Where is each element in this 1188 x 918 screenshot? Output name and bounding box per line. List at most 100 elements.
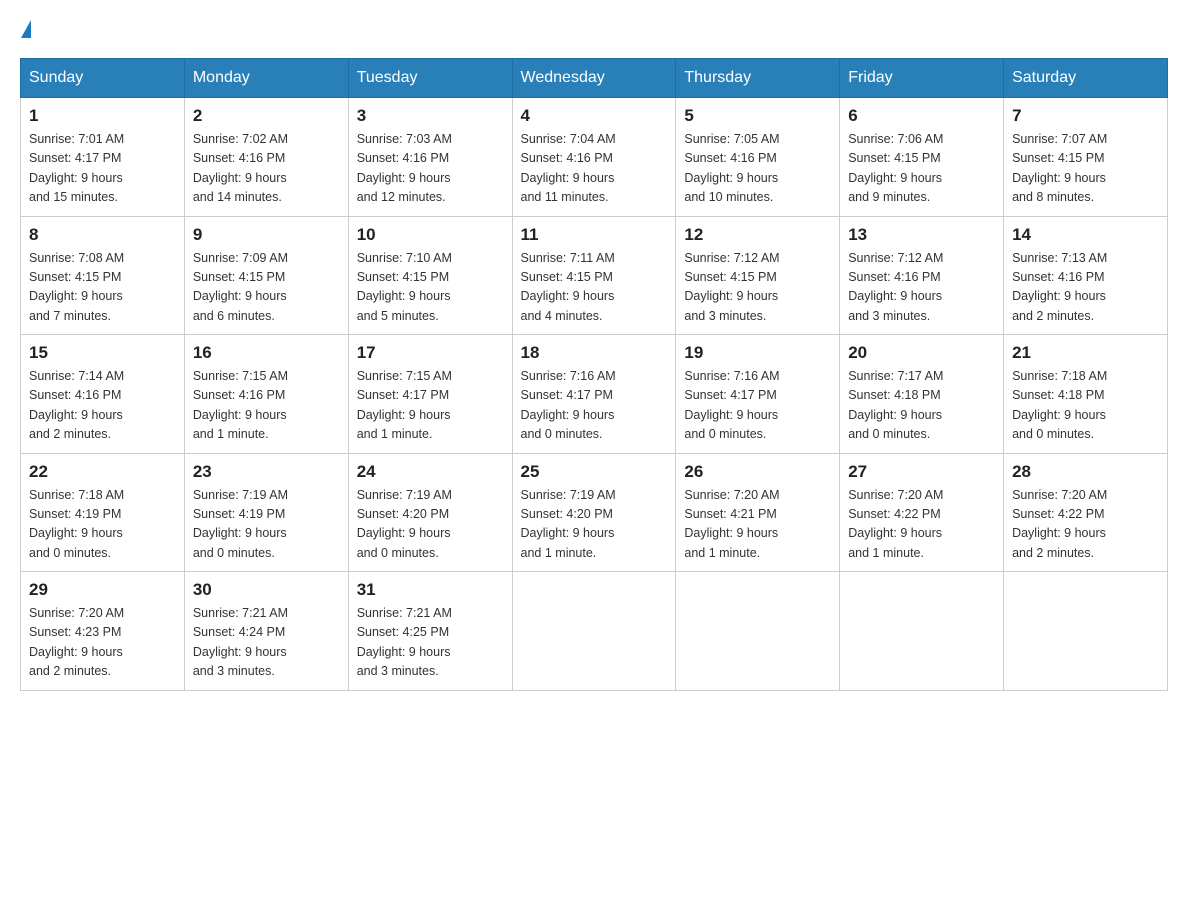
day-number: 13: [848, 225, 995, 245]
day-info: Sunrise: 7:15 AMSunset: 4:16 PMDaylight:…: [193, 367, 340, 445]
day-info: Sunrise: 7:04 AMSunset: 4:16 PMDaylight:…: [521, 130, 668, 208]
day-info: Sunrise: 7:21 AMSunset: 4:25 PMDaylight:…: [357, 604, 504, 682]
calendar-cell: 25Sunrise: 7:19 AMSunset: 4:20 PMDayligh…: [512, 453, 676, 572]
day-number: 27: [848, 462, 995, 482]
calendar-cell: 15 Sunrise: 7:14 AMSunset: 4:16 PMDayligh…: [21, 335, 185, 454]
day-info: Sunrise: 7:14 AMSunset: 4:16 PMDaylight:…: [29, 367, 176, 445]
day-info: Sunrise: 7:20 AMSunset: 4:21 PMDaylight:…: [684, 486, 831, 564]
calendar-cell: 21 Sunrise: 7:18 AMSunset: 4:18 PMDayligh…: [1004, 335, 1168, 454]
day-number: 8: [29, 225, 176, 245]
calendar-cell: 26 Sunrise: 7:20 AMSunset: 4:21 PMDayligh…: [676, 453, 840, 572]
day-number: 7: [1012, 106, 1159, 126]
calendar-cell: 5Sunrise: 7:05 AMSunset: 4:16 PMDaylight…: [676, 98, 840, 217]
day-info: Sunrise: 7:18 AMSunset: 4:18 PMDaylight:…: [1012, 367, 1159, 445]
day-info: Sunrise: 7:20 AMSunset: 4:22 PMDaylight:…: [848, 486, 995, 564]
day-number: 2: [193, 106, 340, 126]
day-info: Sunrise: 7:02 AMSunset: 4:16 PMDaylight:…: [193, 130, 340, 208]
day-number: 20: [848, 343, 995, 363]
calendar-cell: 19Sunrise: 7:16 AMSunset: 4:17 PMDayligh…: [676, 335, 840, 454]
calendar-table: SundayMondayTuesdayWednesdayThursdayFrid…: [20, 58, 1168, 691]
header-sunday: Sunday: [21, 59, 185, 98]
day-info: Sunrise: 7:19 AMSunset: 4:20 PMDaylight:…: [357, 486, 504, 564]
header-tuesday: Tuesday: [348, 59, 512, 98]
header-thursday: Thursday: [676, 59, 840, 98]
logo: [20, 20, 31, 38]
page-header: [20, 20, 1168, 38]
day-number: 6: [848, 106, 995, 126]
day-number: 10: [357, 225, 504, 245]
header-monday: Monday: [184, 59, 348, 98]
calendar-cell: 23Sunrise: 7:19 AMSunset: 4:19 PMDayligh…: [184, 453, 348, 572]
day-info: Sunrise: 7:19 AMSunset: 4:19 PMDaylight:…: [193, 486, 340, 564]
week-row-2: 8 Sunrise: 7:08 AMSunset: 4:15 PMDaylight…: [21, 216, 1168, 335]
week-row-1: 1 Sunrise: 7:01 AMSunset: 4:17 PMDaylight…: [21, 98, 1168, 217]
day-info: Sunrise: 7:10 AMSunset: 4:15 PMDaylight:…: [357, 249, 504, 327]
calendar-cell: 6 Sunrise: 7:06 AMSunset: 4:15 PMDaylight…: [840, 98, 1004, 217]
calendar-cell: [676, 572, 840, 691]
day-number: 14: [1012, 225, 1159, 245]
calendar-cell: 4 Sunrise: 7:04 AMSunset: 4:16 PMDaylight…: [512, 98, 676, 217]
day-number: 16: [193, 343, 340, 363]
day-number: 15: [29, 343, 176, 363]
calendar-cell: 9 Sunrise: 7:09 AMSunset: 4:15 PMDaylight…: [184, 216, 348, 335]
day-number: 9: [193, 225, 340, 245]
day-number: 1: [29, 106, 176, 126]
calendar-cell: [512, 572, 676, 691]
calendar-cell: [840, 572, 1004, 691]
header-wednesday: Wednesday: [512, 59, 676, 98]
day-number: 17: [357, 343, 504, 363]
day-number: 22: [29, 462, 176, 482]
day-number: 29: [29, 580, 176, 600]
calendar-cell: 28 Sunrise: 7:20 AMSunset: 4:22 PMDayligh…: [1004, 453, 1168, 572]
day-number: 30: [193, 580, 340, 600]
day-info: Sunrise: 7:06 AMSunset: 4:15 PMDaylight:…: [848, 130, 995, 208]
day-info: Sunrise: 7:17 AMSunset: 4:18 PMDaylight:…: [848, 367, 995, 445]
calendar-cell: 2 Sunrise: 7:02 AMSunset: 4:16 PMDaylight…: [184, 98, 348, 217]
day-info: Sunrise: 7:20 AMSunset: 4:23 PMDaylight:…: [29, 604, 176, 682]
day-number: 4: [521, 106, 668, 126]
calendar-cell: 24Sunrise: 7:19 AMSunset: 4:20 PMDayligh…: [348, 453, 512, 572]
calendar-cell: [1004, 572, 1168, 691]
header-friday: Friday: [840, 59, 1004, 98]
day-info: Sunrise: 7:21 AMSunset: 4:24 PMDaylight:…: [193, 604, 340, 682]
calendar-header-row: SundayMondayTuesdayWednesdayThursdayFrid…: [21, 59, 1168, 98]
calendar-cell: 27 Sunrise: 7:20 AMSunset: 4:22 PMDayligh…: [840, 453, 1004, 572]
day-info: Sunrise: 7:11 AMSunset: 4:15 PMDaylight:…: [521, 249, 668, 327]
day-info: Sunrise: 7:16 AMSunset: 4:17 PMDaylight:…: [684, 367, 831, 445]
day-info: Sunrise: 7:07 AMSunset: 4:15 PMDaylight:…: [1012, 130, 1159, 208]
header-saturday: Saturday: [1004, 59, 1168, 98]
calendar-cell: 14Sunrise: 7:13 AMSunset: 4:16 PMDayligh…: [1004, 216, 1168, 335]
day-number: 18: [521, 343, 668, 363]
day-number: 12: [684, 225, 831, 245]
day-info: Sunrise: 7:15 AMSunset: 4:17 PMDaylight:…: [357, 367, 504, 445]
day-number: 26: [684, 462, 831, 482]
week-row-4: 22Sunrise: 7:18 AMSunset: 4:19 PMDayligh…: [21, 453, 1168, 572]
calendar-cell: 30 Sunrise: 7:21 AMSunset: 4:24 PMDayligh…: [184, 572, 348, 691]
calendar-cell: 18Sunrise: 7:16 AMSunset: 4:17 PMDayligh…: [512, 335, 676, 454]
day-info: Sunrise: 7:08 AMSunset: 4:15 PMDaylight:…: [29, 249, 176, 327]
day-number: 28: [1012, 462, 1159, 482]
calendar-cell: 20 Sunrise: 7:17 AMSunset: 4:18 PMDayligh…: [840, 335, 1004, 454]
calendar-cell: 11 Sunrise: 7:11 AMSunset: 4:15 PMDayligh…: [512, 216, 676, 335]
logo-triangle-icon: [21, 20, 31, 38]
day-info: Sunrise: 7:19 AMSunset: 4:20 PMDaylight:…: [521, 486, 668, 564]
day-number: 5: [684, 106, 831, 126]
calendar-cell: 29 Sunrise: 7:20 AMSunset: 4:23 PMDayligh…: [21, 572, 185, 691]
day-info: Sunrise: 7:01 AMSunset: 4:17 PMDaylight:…: [29, 130, 176, 208]
calendar-cell: 1 Sunrise: 7:01 AMSunset: 4:17 PMDaylight…: [21, 98, 185, 217]
day-info: Sunrise: 7:12 AMSunset: 4:16 PMDaylight:…: [848, 249, 995, 327]
week-row-5: 29 Sunrise: 7:20 AMSunset: 4:23 PMDayligh…: [21, 572, 1168, 691]
calendar-cell: 16 Sunrise: 7:15 AMSunset: 4:16 PMDayligh…: [184, 335, 348, 454]
calendar-cell: 17 Sunrise: 7:15 AMSunset: 4:17 PMDayligh…: [348, 335, 512, 454]
calendar-cell: 22Sunrise: 7:18 AMSunset: 4:19 PMDayligh…: [21, 453, 185, 572]
day-info: Sunrise: 7:20 AMSunset: 4:22 PMDaylight:…: [1012, 486, 1159, 564]
calendar-cell: 7 Sunrise: 7:07 AMSunset: 4:15 PMDaylight…: [1004, 98, 1168, 217]
day-number: 11: [521, 225, 668, 245]
calendar-cell: 8 Sunrise: 7:08 AMSunset: 4:15 PMDaylight…: [21, 216, 185, 335]
calendar-cell: 31Sunrise: 7:21 AMSunset: 4:25 PMDayligh…: [348, 572, 512, 691]
day-number: 21: [1012, 343, 1159, 363]
week-row-3: 15 Sunrise: 7:14 AMSunset: 4:16 PMDayligh…: [21, 335, 1168, 454]
day-info: Sunrise: 7:09 AMSunset: 4:15 PMDaylight:…: [193, 249, 340, 327]
day-number: 3: [357, 106, 504, 126]
calendar-cell: 12Sunrise: 7:12 AMSunset: 4:15 PMDayligh…: [676, 216, 840, 335]
